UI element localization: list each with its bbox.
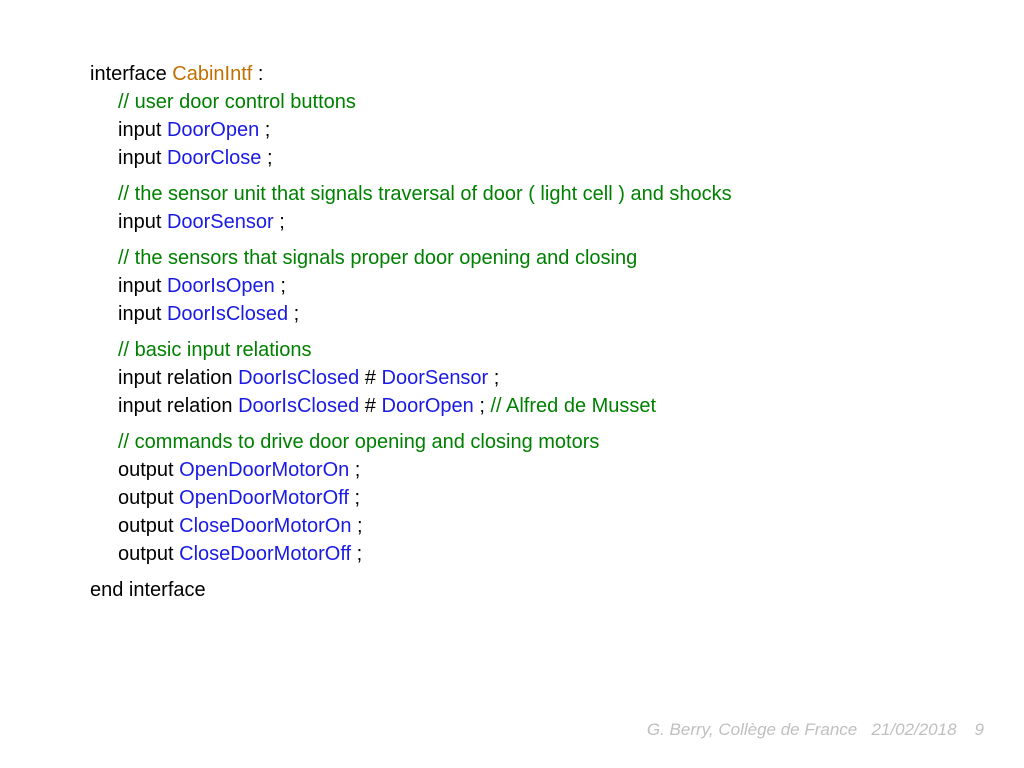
punct: ; <box>351 515 362 537</box>
punct: ; <box>288 303 299 325</box>
identifier: DoorOpen <box>167 119 259 141</box>
identifier: CloseDoorMotorOn <box>179 515 351 537</box>
decl-line: input DoorIsOpen ; <box>90 272 1024 300</box>
code-block: // basic input relations input relation … <box>90 336 1024 420</box>
relation-line: input relation DoorIsClosed # DoorSensor… <box>90 364 1024 392</box>
identifier: DoorIsOpen <box>167 275 275 297</box>
keyword-input: input <box>118 275 167 297</box>
code-block: // the sensors that signals proper door … <box>90 244 1024 328</box>
punct: ; <box>275 275 286 297</box>
decl-line: input DoorOpen ; <box>90 116 1024 144</box>
identifier: OpenDoorMotorOn <box>179 459 349 481</box>
punct: ; <box>488 367 499 389</box>
identifier: DoorSensor <box>167 211 274 233</box>
colon: : <box>252 63 263 85</box>
keyword-output: output <box>118 459 179 481</box>
identifier: DoorOpen <box>382 395 474 417</box>
decl-line: input DoorSensor ; <box>90 208 1024 236</box>
slide-body: interface CabinIntf : // user door contr… <box>0 0 1024 604</box>
relation-line: input relation DoorIsClosed # DoorOpen ;… <box>90 392 1024 420</box>
decl-line: output CloseDoorMotorOn ; <box>90 512 1024 540</box>
punct: ; <box>349 487 360 509</box>
decl-line: input DoorIsClosed ; <box>90 300 1024 328</box>
punct: ; <box>259 119 270 141</box>
identifier: CloseDoorMotorOff <box>179 543 351 565</box>
code-block: // the sensor unit that signals traversa… <box>90 180 1024 236</box>
keyword-relation: input relation <box>118 395 238 417</box>
comment: // basic input relations <box>118 339 311 361</box>
footer-date: 21/02/2018 <box>871 720 956 739</box>
punct: ; <box>274 211 285 233</box>
comment: // the sensor unit that signals traversa… <box>118 183 732 205</box>
identifier: DoorIsClosed <box>167 303 288 325</box>
footer-author: G. Berry, Collège de France <box>647 720 857 739</box>
slide-footer: G. Berry, Collège de France 21/02/2018 9 <box>647 720 984 740</box>
punct: ; <box>261 147 272 169</box>
hash-op: # <box>359 367 381 389</box>
keyword-interface: interface <box>90 63 167 85</box>
identifier: DoorClose <box>167 147 261 169</box>
identifier: DoorSensor <box>382 367 489 389</box>
identifier: OpenDoorMotorOff <box>179 487 349 509</box>
code-block: // user door control buttons input DoorO… <box>90 88 1024 172</box>
identifier: DoorIsClosed <box>238 367 359 389</box>
keyword-input: input <box>118 119 167 141</box>
keyword-output: output <box>118 515 179 537</box>
code-block: // commands to drive door opening and cl… <box>90 428 1024 568</box>
keyword-relation: input relation <box>118 367 238 389</box>
decl-line: input DoorClose ; <box>90 144 1024 172</box>
end-interface: end interface <box>90 576 1024 604</box>
decl-line: output OpenDoorMotorOn ; <box>90 456 1024 484</box>
comment: // commands to drive door opening and cl… <box>118 431 599 453</box>
decl-line: output OpenDoorMotorOff ; <box>90 484 1024 512</box>
keyword-end: end interface <box>90 579 206 601</box>
type-name: CabinIntf <box>172 63 252 85</box>
keyword-output: output <box>118 487 179 509</box>
decl-line: output CloseDoorMotorOff ; <box>90 540 1024 568</box>
comment: // the sensors that signals proper door … <box>118 247 637 269</box>
keyword-input: input <box>118 147 167 169</box>
comment: // user door control buttons <box>118 91 356 113</box>
punct: ; <box>351 543 362 565</box>
keyword-input: input <box>118 211 167 233</box>
comment: // Alfred de Musset <box>490 395 656 417</box>
keyword-output: output <box>118 543 179 565</box>
punct: ; <box>474 395 491 417</box>
interface-decl: interface CabinIntf : <box>90 60 1024 88</box>
hash-op: # <box>359 395 381 417</box>
punct: ; <box>349 459 360 481</box>
keyword-input: input <box>118 303 167 325</box>
identifier: DoorIsClosed <box>238 395 359 417</box>
page-number: 9 <box>975 720 984 740</box>
